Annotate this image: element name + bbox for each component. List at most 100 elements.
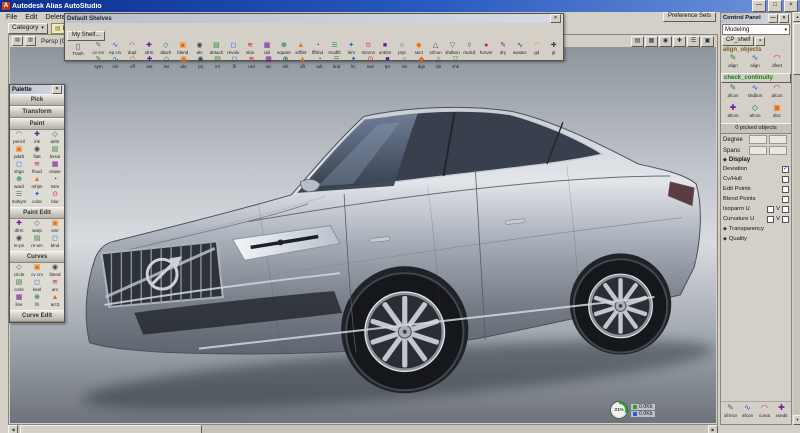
display-option-isoparm-u[interactable]: Isoparm UV bbox=[721, 204, 791, 214]
scroll-down-icon[interactable]: ▼ bbox=[793, 415, 800, 425]
checkbox[interactable] bbox=[767, 206, 774, 213]
checkbox[interactable] bbox=[782, 186, 789, 193]
maximize-button[interactable]: □ bbox=[768, 0, 782, 12]
zoom-icon[interactable]: ✚ bbox=[673, 36, 686, 47]
tool-tpr[interactable]: ■tpr bbox=[379, 56, 396, 70]
tool-mir[interactable]: ∿mir bbox=[107, 56, 124, 70]
tool-srfcon[interactable]: △srfcon bbox=[427, 42, 444, 56]
pal-warp[interactable]: ◇warp bbox=[28, 220, 46, 235]
pal-erase[interactable]: ▦erase bbox=[46, 161, 64, 176]
tool-detach[interactable]: ▤detach bbox=[208, 42, 225, 56]
tool-dgn[interactable]: ◆dgn bbox=[413, 56, 430, 70]
pin-view-icon[interactable]: ▥ bbox=[25, 36, 36, 46]
tool-ext[interactable]: ✚ext bbox=[141, 56, 158, 70]
spans-input-u[interactable] bbox=[749, 146, 767, 155]
look-at-icon[interactable]: ◉ bbox=[659, 36, 672, 47]
align-objects-label[interactable]: align_objects bbox=[721, 46, 791, 53]
close-icon[interactable]: × bbox=[52, 85, 62, 94]
tool-int[interactable]: ▤int bbox=[209, 56, 226, 70]
my-shelf-tab[interactable]: My Shelf... bbox=[67, 31, 105, 41]
pal-cv-crv[interactable]: ▣cv crv bbox=[28, 264, 46, 279]
tool-ep-crv[interactable]: ∿ep crv bbox=[107, 42, 124, 56]
tool-rail[interactable]: ▦rail bbox=[259, 42, 276, 56]
checkbox[interactable] bbox=[767, 216, 774, 223]
checkbox[interactable] bbox=[782, 216, 789, 223]
checkbox[interactable] bbox=[782, 206, 789, 213]
display-option-blend-points[interactable]: Blend Points bbox=[721, 194, 791, 204]
pal-fit[interactable]: ⊕fit bbox=[28, 294, 46, 309]
palette-section-header[interactable]: Transform bbox=[10, 106, 64, 118]
palette-section-header[interactable]: Curves bbox=[10, 251, 64, 263]
tool-sym[interactable]: ✎sym bbox=[90, 56, 107, 70]
modeling-mode-dropdown[interactable]: Modeling ▾ bbox=[722, 24, 790, 35]
scroll-left-icon[interactable]: ◀ bbox=[8, 425, 18, 433]
pal-blend[interactable]: ◉blend bbox=[46, 264, 64, 279]
palette-title-bar[interactable]: Palette × bbox=[10, 85, 64, 94]
display-option-edit-points[interactable]: Edit Points bbox=[721, 184, 791, 194]
viewport-canvas[interactable] bbox=[10, 47, 716, 423]
pal-color[interactable]: ✦color bbox=[28, 191, 46, 206]
cp-dfset[interactable]: ◠dfset bbox=[766, 53, 788, 73]
shelf-trash[interactable]: ▯ Trash bbox=[66, 42, 90, 70]
palette-section-header[interactable]: Paint Edit bbox=[10, 207, 64, 219]
menu-file[interactable]: File bbox=[2, 14, 21, 21]
palette-section-header[interactable]: Pick bbox=[10, 94, 64, 106]
display-option-quality[interactable]: ◆Quality bbox=[721, 234, 791, 244]
tool-gd[interactable]: ◠gd bbox=[528, 42, 545, 56]
pal-airbr[interactable]: ◇airbr bbox=[46, 131, 64, 146]
tool-square[interactable]: ⊕square bbox=[275, 42, 292, 56]
tool-cv-crv[interactable]: ✎cv crv bbox=[90, 42, 107, 56]
tool-trim[interactable]: ✦trim bbox=[343, 42, 360, 56]
tool-sect[interactable]: ◆sect bbox=[410, 42, 427, 56]
pal-mdsym[interactable]: ☰mdsym bbox=[10, 191, 28, 206]
pal-arc3[interactable]: ▲arc3 bbox=[46, 294, 64, 309]
display-option-transparency[interactable]: ◆Transparency bbox=[721, 224, 791, 234]
cp-afcon[interactable]: ∿afcon bbox=[739, 403, 756, 423]
tool-dupl[interactable]: ◠dupl bbox=[124, 42, 141, 56]
scroll-right-icon[interactable]: ▶ bbox=[708, 425, 718, 433]
display-section-header[interactable]: ◆ Display bbox=[721, 156, 791, 164]
cp-xfrmcv[interactable]: ✎xfrmcv bbox=[722, 403, 739, 423]
pal-blur[interactable]: ⊙blur bbox=[46, 191, 64, 206]
vertical-scroll-thumb[interactable] bbox=[793, 23, 800, 75]
close-button[interactable]: × bbox=[784, 0, 798, 12]
close-icon[interactable]: × bbox=[550, 14, 561, 23]
pal-line[interactable]: ▦line bbox=[10, 294, 28, 309]
tool-blend[interactable]: ▣blend bbox=[174, 42, 191, 56]
tool-zbr[interactable]: △zbr bbox=[430, 56, 447, 70]
scroll-up-icon[interactable]: ▲ bbox=[793, 12, 800, 22]
tool-trimcvt[interactable]: ⊙trimcvt bbox=[360, 42, 377, 56]
shelves-title-bar[interactable]: Default Shelves × bbox=[65, 14, 563, 23]
pal-dfrm[interactable]: ✚dfrm bbox=[10, 220, 28, 235]
cp-xsedit[interactable]: ✚xsedit bbox=[773, 403, 790, 423]
pal-crcle[interactable]: ▤crcle bbox=[10, 279, 28, 294]
cp-afcon[interactable]: ◠afcon bbox=[766, 83, 788, 103]
pal-re-sm[interactable]: ▤re-sm bbox=[28, 235, 46, 250]
pal-blnd[interactable]: ◻blnd bbox=[46, 235, 64, 250]
tool-tws[interactable]: ⊙tws bbox=[362, 56, 379, 70]
close-icon[interactable]: × bbox=[779, 14, 789, 23]
tool-gl[interactable]: ✚gl bbox=[545, 42, 562, 56]
tool-vis[interactable]: ○vis bbox=[396, 56, 413, 70]
pal-mhjm[interactable]: ▲mhjm bbox=[28, 176, 46, 191]
palette-section-header[interactable]: Paint bbox=[10, 118, 64, 130]
cp-afcon[interactable]: ✎afcon bbox=[722, 83, 744, 103]
close-icon[interactable]: × bbox=[755, 37, 765, 46]
degree-input-v[interactable] bbox=[769, 135, 787, 144]
tool-ffblnd[interactable]: ◔ffblnd bbox=[309, 42, 326, 56]
tool-xfrm[interactable]: ✚xfrm bbox=[141, 42, 158, 56]
degree-input-u[interactable] bbox=[749, 135, 767, 144]
cp-shelf-tab[interactable]: CP_shelf bbox=[722, 36, 754, 46]
tool-dft[interactable]: ▲dft bbox=[294, 56, 311, 70]
checkbox[interactable]: ✓ bbox=[782, 166, 789, 173]
cp-align[interactable]: ✎align bbox=[722, 53, 744, 73]
tool-rnd[interactable]: ≋rnd bbox=[243, 56, 260, 70]
cp-curva[interactable]: ◠curva bbox=[756, 403, 773, 423]
pal-pencil[interactable]: ◠pencil bbox=[10, 131, 28, 146]
pal-bvsol[interactable]: ▤bvsol bbox=[46, 146, 64, 161]
pal-keel[interactable]: ◻keel bbox=[28, 279, 46, 294]
palette-section-header[interactable]: Curve Edit bbox=[10, 310, 64, 322]
tool-untrim[interactable]: ■untrim bbox=[377, 42, 394, 56]
tool-skin[interactable]: ≋skin bbox=[242, 42, 259, 56]
tool-shl[interactable]: ⊕shl bbox=[277, 56, 294, 70]
